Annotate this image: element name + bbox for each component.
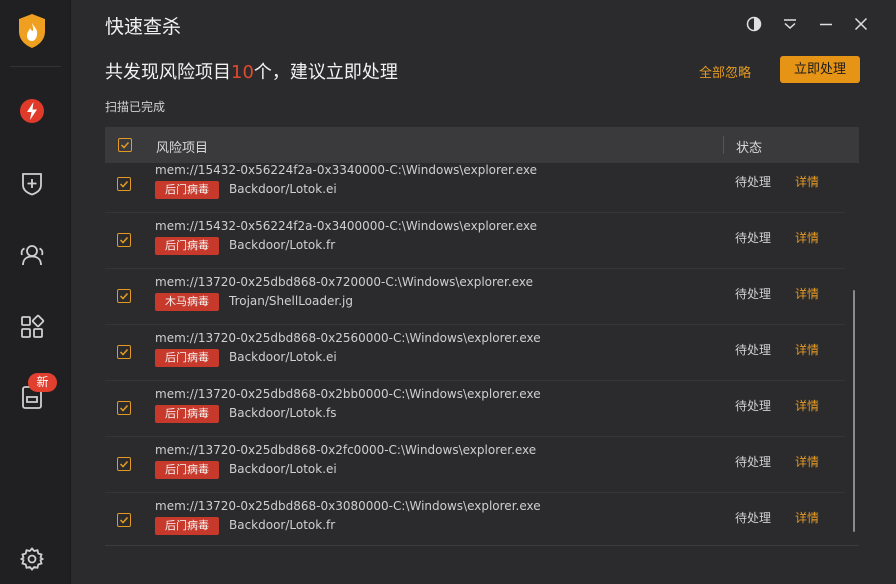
row-state: 待处理 xyxy=(735,231,772,245)
handle-now-button[interactable]: 立即处理 xyxy=(780,56,860,83)
page-title: 快速查杀 xyxy=(105,16,182,38)
summary-suffix: 个，建议立即处理 xyxy=(253,62,398,83)
risk-tag: 后门病毒 xyxy=(155,405,219,423)
new-badge: 新 xyxy=(28,373,57,392)
table-row: mem://15432-0x56224f2a-0x3340000-C:\Wind… xyxy=(105,163,845,213)
sidebar: 新 xyxy=(0,0,71,584)
summary-prefix: 共发现风险项目 xyxy=(105,62,231,83)
app-window: 新 快速查杀 共发现风险项目10个，建议立即处理 扫描已完成 全部忽略 立即处理 xyxy=(0,0,896,584)
risk-path: mem://15432-0x56224f2a-0x3400000-C:\Wind… xyxy=(155,219,537,233)
row-state: 待处理 xyxy=(735,399,772,413)
risk-path: mem://13720-0x25dbd868-0x2bb0000-C:\Wind… xyxy=(155,387,541,401)
risk-tag: 后门病毒 xyxy=(155,461,219,479)
row-checkbox[interactable] xyxy=(117,401,131,415)
row-detail-link[interactable]: 详情 xyxy=(795,341,819,358)
table-row: mem://13720-0x25dbd868-0x2fc0000-C:\Wind… xyxy=(105,437,845,493)
column-separator xyxy=(723,136,724,154)
users-icon[interactable] xyxy=(18,241,46,269)
row-checkbox[interactable] xyxy=(117,289,131,303)
row-detail-link[interactable]: 详情 xyxy=(795,509,819,526)
table-row: mem://13720-0x25dbd868-0x2560000-C:\Wind… xyxy=(105,325,845,381)
ignore-all-link[interactable]: 全部忽略 xyxy=(699,62,751,81)
risk-path: mem://15432-0x56224f2a-0x3340000-C:\Wind… xyxy=(155,163,537,177)
threat-name: Backdoor/Lotok.fr xyxy=(229,238,336,252)
threat-name: Backdoor/Lotok.ei xyxy=(229,462,337,476)
select-all-checkbox[interactable] xyxy=(118,138,132,152)
row-checkbox[interactable] xyxy=(117,457,131,471)
row-detail-link[interactable]: 详情 xyxy=(795,397,819,414)
menu-dropdown-icon[interactable] xyxy=(779,13,801,35)
risk-tag: 后门病毒 xyxy=(155,517,219,535)
gear-icon[interactable] xyxy=(18,545,46,573)
risk-table: 风险项目 状态 mem://15432-0x56224f2a-0x3340000… xyxy=(105,127,859,547)
risk-path: mem://13720-0x25dbd868-0x3080000-C:\Wind… xyxy=(155,499,541,513)
threat-name: Backdoor/Lotok.ei xyxy=(229,182,337,196)
theme-toggle-icon[interactable] xyxy=(743,13,765,35)
risk-tag: 后门病毒 xyxy=(155,181,219,199)
threat-name: Trojan/ShellLoader.jg xyxy=(229,294,353,308)
risk-tag: 木马病毒 xyxy=(155,293,219,311)
row-detail-link[interactable]: 详情 xyxy=(795,173,819,190)
row-detail-link[interactable]: 详情 xyxy=(795,229,819,246)
row-detail-link[interactable]: 详情 xyxy=(795,285,819,302)
risk-tag: 后门病毒 xyxy=(155,349,219,367)
row-checkbox[interactable] xyxy=(117,233,131,247)
risk-count: 10 xyxy=(231,62,254,83)
table-row: mem://15432-0x56224f2a-0x3400000-C:\Wind… xyxy=(105,213,845,269)
table-row: mem://13720-0x25dbd868-0x3080000-C:\Wind… xyxy=(105,493,845,545)
row-checkbox[interactable] xyxy=(117,513,131,527)
shield-plus-icon[interactable] xyxy=(18,169,46,197)
risk-summary: 共发现风险项目10个，建议立即处理 xyxy=(105,58,398,84)
risk-path: mem://13720-0x25dbd868-0x2fc0000-C:\Wind… xyxy=(155,443,537,457)
table-row: mem://13720-0x25dbd868-0x720000-C:\Windo… xyxy=(105,269,845,325)
shield-flame-logo xyxy=(19,14,45,48)
scan-status: 扫描已完成 xyxy=(105,100,166,114)
table-header: 风险项目 状态 xyxy=(105,127,859,163)
column-risk-item: 风险项目 xyxy=(156,141,209,156)
lightning-icon[interactable] xyxy=(18,97,46,125)
row-state: 待处理 xyxy=(735,175,772,189)
close-icon[interactable] xyxy=(850,13,872,35)
table-body[interactable]: mem://15432-0x56224f2a-0x3340000-C:\Wind… xyxy=(105,163,859,546)
row-state: 待处理 xyxy=(735,287,772,301)
row-state: 待处理 xyxy=(735,511,772,525)
minimize-icon[interactable] xyxy=(815,13,837,35)
risk-tag: 后门病毒 xyxy=(155,237,219,255)
threat-name: Backdoor/Lotok.ei xyxy=(229,350,337,364)
row-checkbox[interactable] xyxy=(117,345,131,359)
row-state: 待处理 xyxy=(735,343,772,357)
scrollbar-thumb[interactable] xyxy=(853,290,855,532)
threat-name: Backdoor/Lotok.fs xyxy=(229,406,337,420)
row-detail-link[interactable]: 详情 xyxy=(795,453,819,470)
sidebar-divider xyxy=(10,66,61,67)
row-checkbox[interactable] xyxy=(117,177,131,191)
risk-path: mem://13720-0x25dbd868-0x720000-C:\Windo… xyxy=(155,275,533,289)
apps-icon[interactable] xyxy=(18,313,46,341)
row-state: 待处理 xyxy=(735,455,772,469)
column-state: 状态 xyxy=(736,141,763,156)
main-panel: 快速查杀 共发现风险项目10个，建议立即处理 扫描已完成 全部忽略 立即处理 风… xyxy=(72,0,896,584)
threat-name: Backdoor/Lotok.fr xyxy=(229,518,336,532)
risk-path: mem://13720-0x25dbd868-0x2560000-C:\Wind… xyxy=(155,331,541,345)
table-row: mem://13720-0x25dbd868-0x2bb0000-C:\Wind… xyxy=(105,381,845,437)
